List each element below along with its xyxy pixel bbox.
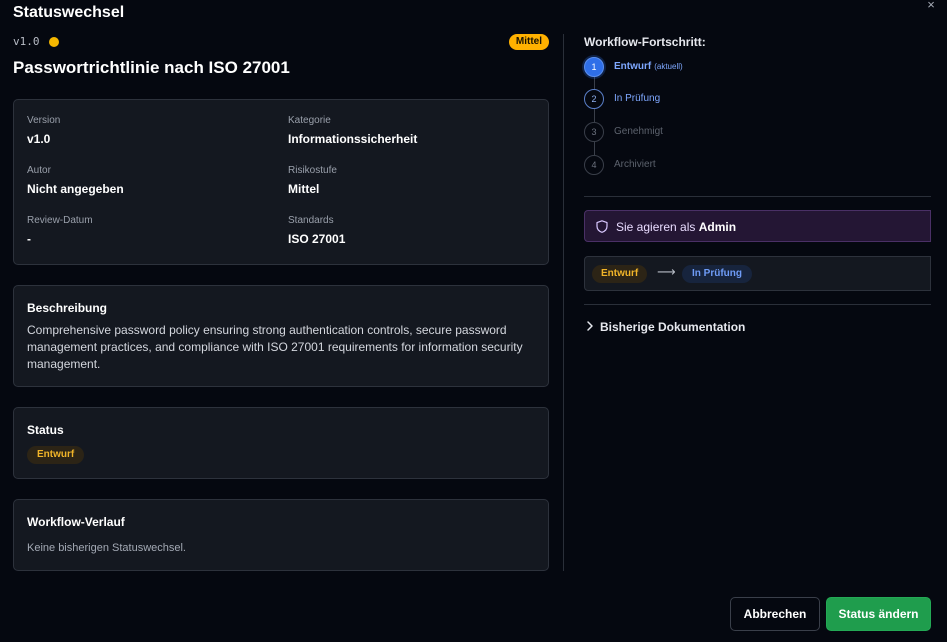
step-label: In Prüfung: [614, 93, 661, 104]
step-connector: [594, 76, 595, 89]
description-text: Comprehensive password policy ensuring s…: [27, 323, 523, 371]
previous-documentation-label: Bisherige Dokumentation: [600, 320, 746, 334]
arrow-right-icon: ⟶: [657, 264, 676, 279]
column-divider: [563, 34, 564, 571]
role-name: Admin: [698, 220, 737, 234]
version-tag: v1.0: [13, 35, 40, 48]
workflow-history-card: Workflow-Verlauf Keine bisherigen Status…: [13, 499, 549, 571]
section-divider: [584, 196, 931, 197]
status-heading: Status: [27, 423, 64, 437]
modal-title: Statuswechsel: [13, 4, 125, 21]
info-category-value: Informationssicherheit: [288, 132, 418, 146]
workflow-history-empty: Keine bisherigen Statuswechsel.: [27, 542, 186, 554]
info-standards-value: ISO 27001: [288, 232, 346, 246]
info-risk-label: Risikostufe: [288, 165, 337, 176]
step-label: Genehmigt: [614, 126, 663, 137]
step-current-marker: (aktuell): [654, 62, 683, 71]
status-transition: Entwurf ⟶ In Prüfung: [584, 256, 931, 291]
info-author-value: Nicht angegeben: [27, 182, 124, 196]
description-card: Beschreibung Comprehensive password poli…: [13, 285, 549, 387]
risk-badge: Mittel: [508, 34, 549, 50]
info-version-value: v1.0: [27, 132, 51, 146]
status-badge: Entwurf: [27, 446, 85, 464]
description-heading: Beschreibung: [27, 301, 108, 315]
info-standards: Standards ISO 27001: [288, 215, 345, 246]
from-status-badge: Entwurf: [592, 265, 648, 283]
info-risk-value: Mittel: [288, 182, 320, 196]
info-version-label: Version: [27, 115, 61, 126]
info-version: Version v1.0: [27, 115, 60, 146]
chevron-right-icon: [587, 321, 593, 331]
step-number: 1: [584, 57, 604, 77]
cancel-button[interactable]: Abbrechen: [730, 597, 820, 631]
step-connector: [594, 109, 595, 122]
role-info-box: Sie agieren als Admin: [584, 210, 931, 242]
info-author: Autor Nicht angegeben: [27, 165, 124, 196]
close-icon[interactable]: ×: [924, 0, 938, 12]
info-review-value: -: [27, 232, 31, 246]
policy-title: Passwortrichtlinie nach ISO 27001: [13, 58, 290, 77]
status-card: Status Entwurf: [13, 407, 549, 479]
change-status-button[interactable]: Status ändern: [826, 597, 931, 631]
role-text: Sie agieren als Admin: [616, 220, 737, 234]
step-number: 3: [584, 122, 604, 142]
info-author-label: Autor: [27, 165, 51, 176]
info-card: Version v1.0 Kategorie Informationssiche…: [13, 99, 549, 265]
info-category: Kategorie Informationssicherheit: [288, 115, 417, 146]
step-number: 2: [584, 89, 604, 109]
info-standards-label: Standards: [288, 215, 334, 226]
to-status-badge: In Prüfung: [682, 265, 752, 283]
status-dot-icon: [49, 37, 59, 47]
step-label: Archiviert: [614, 159, 656, 170]
info-review-label: Review-Datum: [27, 215, 93, 226]
shield-icon: [596, 220, 608, 233]
info-review: Review-Datum -: [27, 215, 93, 246]
step-label: Entwurf (aktuell): [614, 61, 683, 72]
info-risk: Risikostufe Mittel: [288, 165, 337, 196]
version-row: v1.0 Mittel: [13, 34, 549, 50]
workflow-progress-heading: Workflow-Fortschritt:: [584, 35, 706, 49]
step-connector: [594, 142, 595, 155]
section-divider: [584, 304, 931, 305]
workflow-history-heading: Workflow-Verlauf: [27, 515, 125, 529]
step-number: 4: [584, 155, 604, 175]
info-category-label: Kategorie: [288, 115, 331, 126]
